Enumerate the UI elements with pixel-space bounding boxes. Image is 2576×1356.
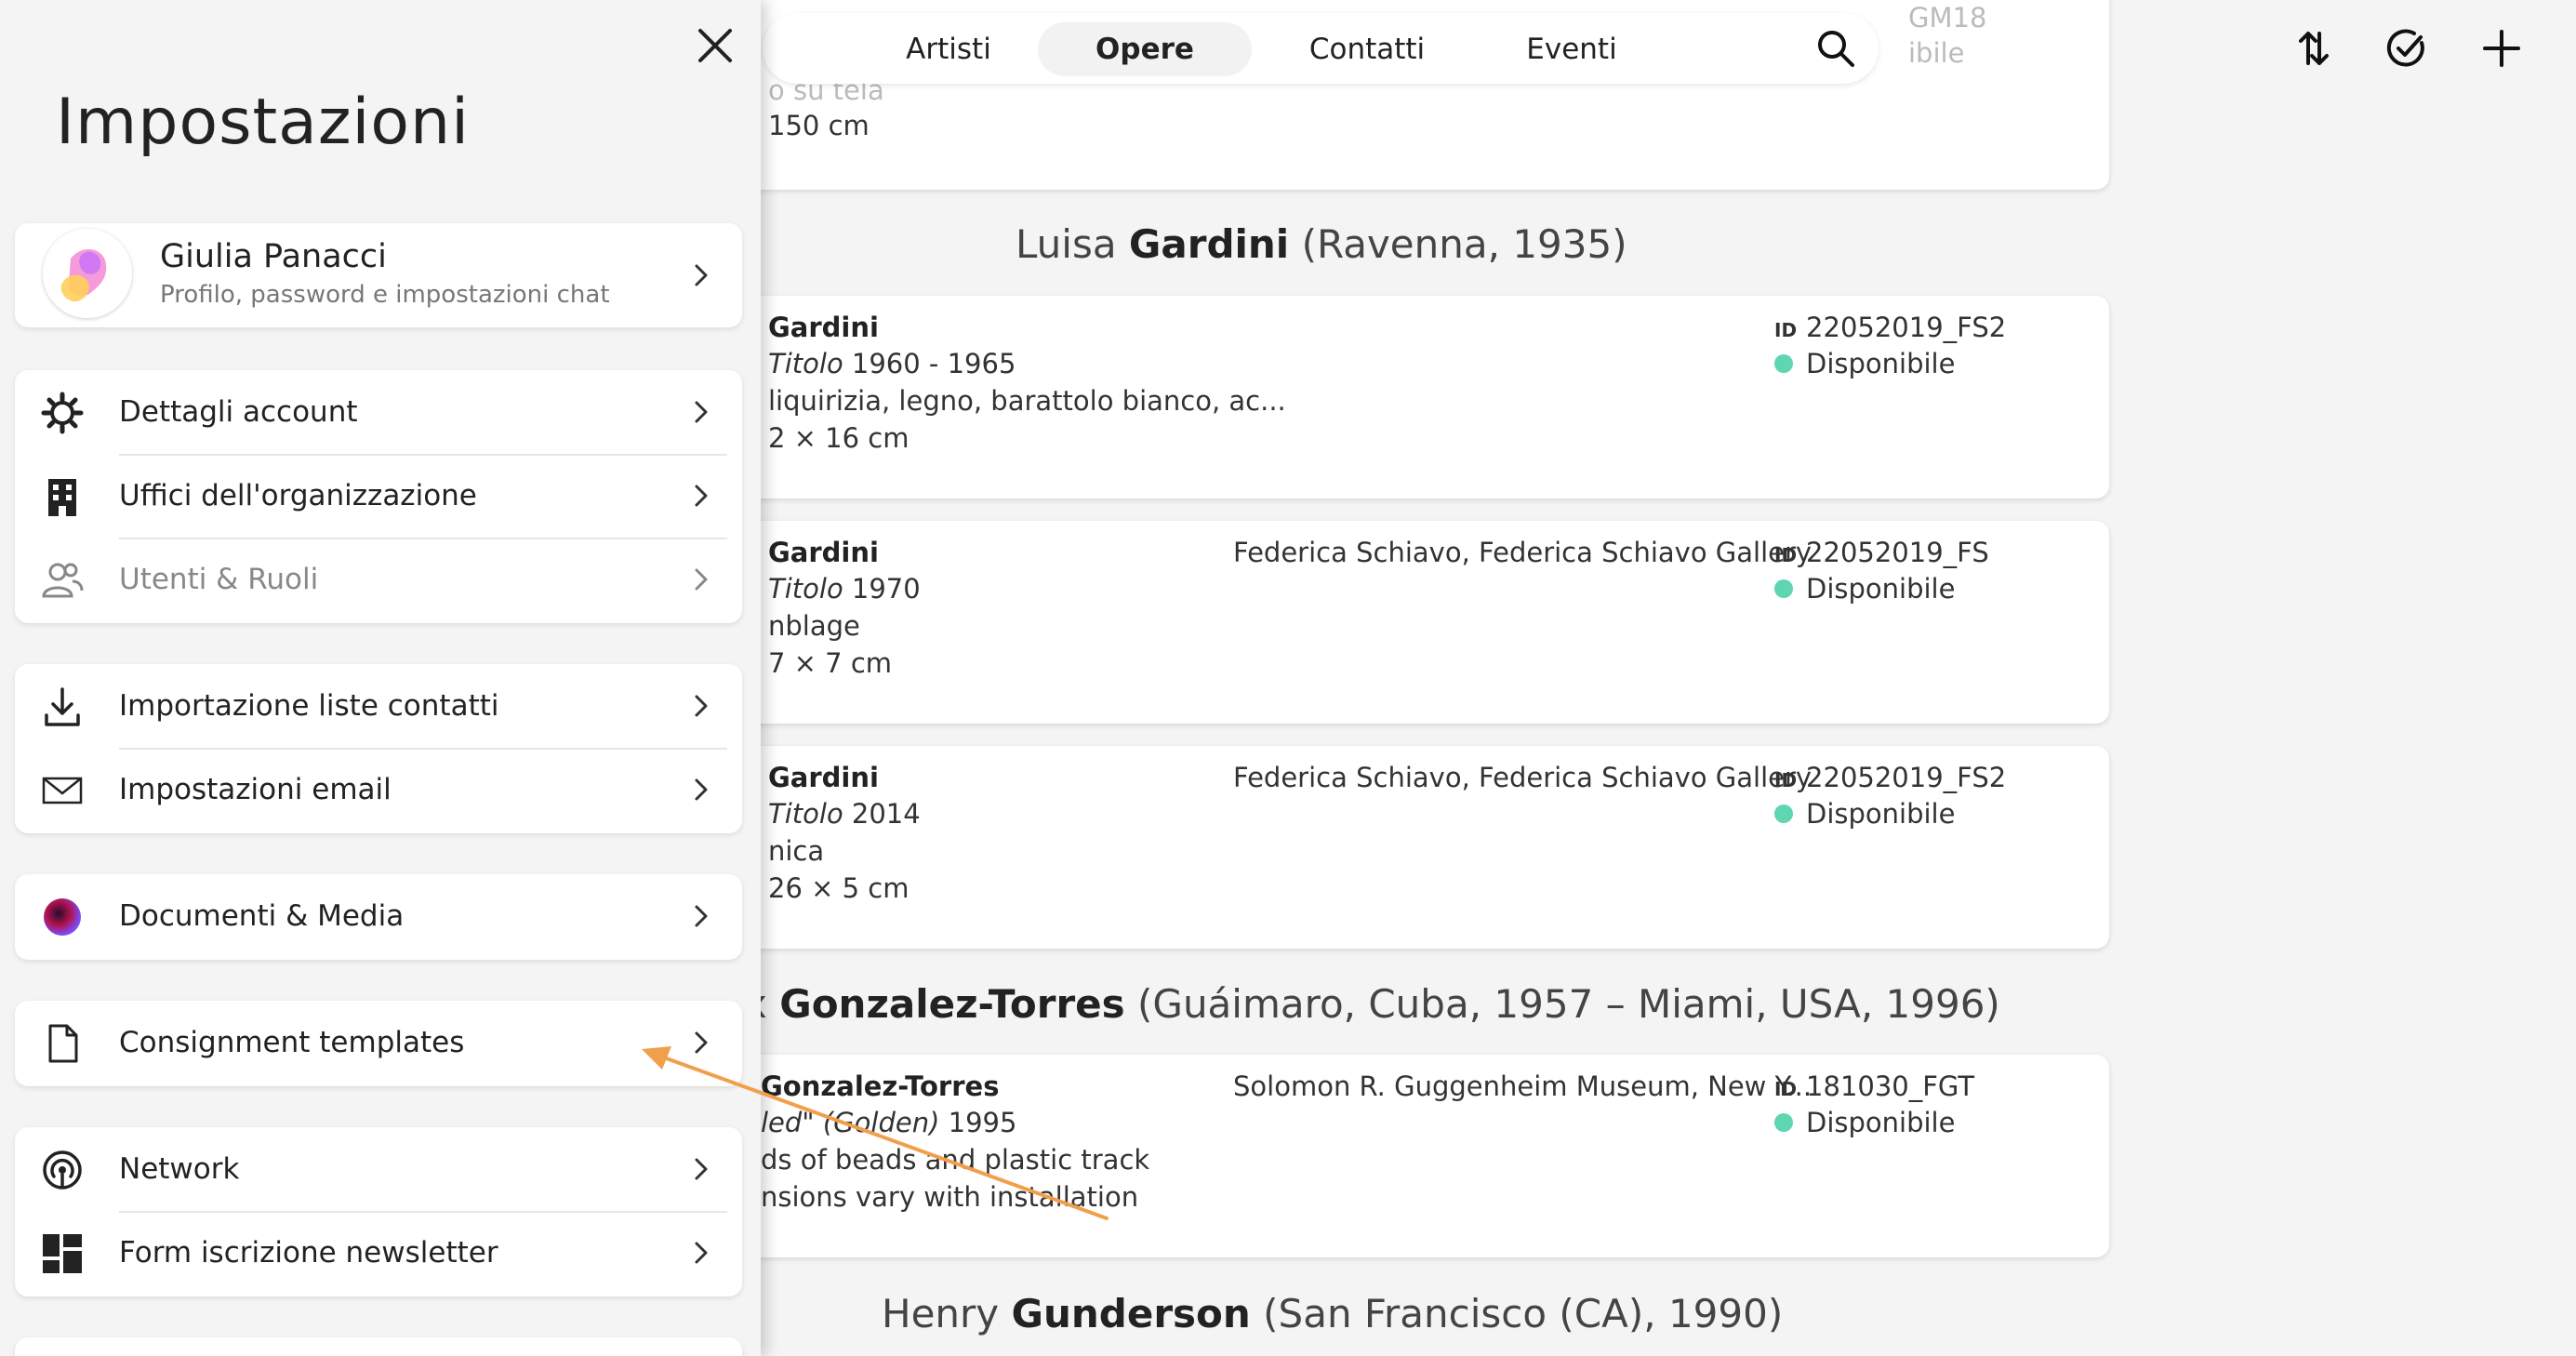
chevron-right-icon — [695, 905, 708, 927]
artwork-material: liquirizia, legno, barattolo bianco, ac.… — [768, 385, 1286, 417]
artwork-owner: Federica Schiavo, Federica Schiavo Galle… — [1233, 762, 1812, 793]
chevron-right-icon — [695, 401, 708, 423]
network-icon — [43, 1150, 82, 1190]
artwork-title-year: Titolo 1970 — [768, 573, 921, 605]
chevron-right-icon — [695, 695, 708, 717]
settings-item-importazione[interactable]: Importazione liste contatti — [15, 664, 742, 748]
status-dot — [1774, 1113, 1793, 1132]
sort-icon[interactable] — [2288, 22, 2340, 74]
artwork-artist: Gonzalez-Torres — [761, 1070, 1000, 1102]
account-settings-group: Dettagli account Uffici dell'organizzazi… — [15, 370, 742, 623]
page-title: Impostazioni — [56, 86, 471, 159]
settings-item-label: Importazione liste contatti — [119, 689, 499, 723]
chevron-right-icon — [695, 485, 708, 507]
chevron-right-icon — [695, 778, 708, 801]
artwork-material: nica — [768, 835, 825, 867]
chevron-right-icon — [695, 568, 708, 591]
document-icon — [48, 1024, 78, 1063]
settings-item-label: Network — [119, 1152, 240, 1186]
avatar-image-icon — [43, 229, 132, 318]
envelope-icon — [42, 777, 83, 804]
check-circle-icon[interactable] — [2381, 22, 2433, 74]
artwork-id: ID 22052019_FS2 — [1774, 312, 2007, 343]
network-newsletter-group: Network Form iscrizione newsletter — [15, 1127, 742, 1296]
artwork-id: ID 181030_FGT — [1774, 1070, 1975, 1102]
artwork-id-faded: GM18 — [1908, 2, 1987, 33]
status-dot — [1774, 579, 1793, 598]
status-dot — [1774, 354, 1793, 373]
artwork-dimensions: 150 cm — [768, 110, 870, 141]
settings-item-documenti[interactable]: Documenti & Media — [15, 874, 742, 958]
profile-name: Giulia Panacci — [160, 238, 387, 275]
close-icon[interactable] — [693, 23, 737, 68]
settings-item-uffici[interactable]: Uffici dell'organizzazione — [15, 454, 742, 538]
download-icon — [45, 687, 80, 726]
artwork-id: ID 22052019_FS — [1774, 537, 1989, 568]
artwork-title-year: Titolo 1960 - 1965 — [768, 348, 1016, 379]
artwork-dimensions: nsions vary with installation — [761, 1181, 1139, 1213]
documents-group: Documenti & Media — [15, 874, 742, 960]
settings-item-newsletter-form[interactable]: Form iscrizione newsletter — [15, 1211, 742, 1295]
artist-heading-gonzalez-torres: x Gonzalez-Torres (Guáimaro, Cuba, 1957 … — [744, 981, 2000, 1027]
settings-item-label: Documenti & Media — [119, 899, 405, 933]
artwork-dimensions: 7 × 7 cm — [768, 647, 893, 679]
artwork-owner: Federica Schiavo, Federica Schiavo Galle… — [1233, 537, 1812, 568]
settings-item-label: Consignment templates — [119, 1026, 465, 1059]
import-email-group: Importazione liste contatti Impostazioni… — [15, 664, 742, 833]
status-badge: Disponibile — [1774, 348, 1955, 379]
artist-heading-gunderson: Henry Gunderson (San Francisco (CA), 199… — [882, 1291, 1784, 1336]
chevron-right-icon — [695, 1158, 708, 1180]
building-icon — [48, 479, 76, 516]
consignment-group: Consignment templates — [15, 1001, 742, 1086]
search-icon[interactable] — [1812, 24, 1860, 73]
artwork-title-year: led" (Golden) 1995 — [761, 1107, 1017, 1138]
tab-opere[interactable]: Opere — [1038, 22, 1252, 76]
users-icon — [42, 563, 84, 598]
chevron-right-icon — [695, 1031, 708, 1054]
profile-subtitle: Profilo, password e impostazioni chat — [160, 281, 610, 309]
tab-eventi[interactable]: Eventi — [1479, 22, 1665, 76]
chevron-right-icon — [695, 1242, 708, 1264]
grid-layout-icon — [43, 1234, 82, 1273]
plus-icon[interactable] — [2476, 22, 2528, 74]
status-dot — [1774, 804, 1793, 823]
settings-item-label: Form iscrizione newsletter — [119, 1236, 498, 1270]
artwork-artist: Gardini — [768, 312, 879, 343]
settings-item-email[interactable]: Impostazioni email — [15, 748, 742, 831]
status-badge: Disponibile — [1774, 573, 1955, 605]
profile-row[interactable]: Giulia Panacci Profilo, password e impos… — [15, 223, 742, 327]
artwork-id: ID 22052019_FS2 — [1774, 762, 2007, 793]
settings-item-label: Impostazioni email — [119, 773, 392, 806]
settings-group-partial — [15, 1337, 742, 1356]
artwork-owner: Solomon R. Guggenheim Museum, New Y... — [1233, 1070, 1812, 1102]
artist-heading-gardini: Luisa Gardini (Ravenna, 1935) — [1016, 221, 1627, 267]
artwork-dimensions: 2 × 16 cm — [768, 422, 910, 454]
avatar[interactable] — [43, 229, 132, 318]
status-badge: Disponibile — [1774, 1107, 1955, 1138]
status-badge: Disponibile — [1774, 798, 1955, 830]
tab-artisti[interactable]: Artisti — [856, 22, 1042, 76]
artwork-title-year: Titolo 2014 — [768, 798, 921, 830]
chevron-right-icon — [695, 264, 708, 286]
settings-item-dettagli-account[interactable]: Dettagli account — [15, 370, 742, 454]
media-orb-icon — [44, 898, 81, 936]
settings-panel: Impostazioni Giulia Panacci Profilo, pas… — [0, 0, 761, 1356]
settings-item-consignment-templates[interactable]: Consignment templates — [15, 1001, 742, 1084]
artwork-material: nblage — [768, 610, 860, 642]
tab-contatti[interactable]: Contatti — [1274, 22, 1460, 76]
settings-item-label: Dettagli account — [119, 395, 358, 429]
settings-item-label: Uffici dell'organizzazione — [119, 479, 477, 512]
artwork-artist: Gardini — [768, 537, 879, 568]
artwork-dimensions: 26 × 5 cm — [768, 872, 910, 904]
artwork-status-faded: ibile — [1908, 37, 1965, 69]
top-navigation: Artisti Opere Contatti Eventi — [763, 13, 1879, 84]
artwork-artist: Gardini — [768, 762, 879, 793]
settings-item-network[interactable]: Network — [15, 1127, 742, 1211]
settings-item-label: Utenti & Ruoli — [119, 563, 319, 596]
artwork-material: ds of beads and plastic track — [761, 1144, 1150, 1176]
settings-item-utenti-ruoli[interactable]: Utenti & Ruoli — [15, 538, 742, 621]
gear-icon — [41, 392, 84, 434]
